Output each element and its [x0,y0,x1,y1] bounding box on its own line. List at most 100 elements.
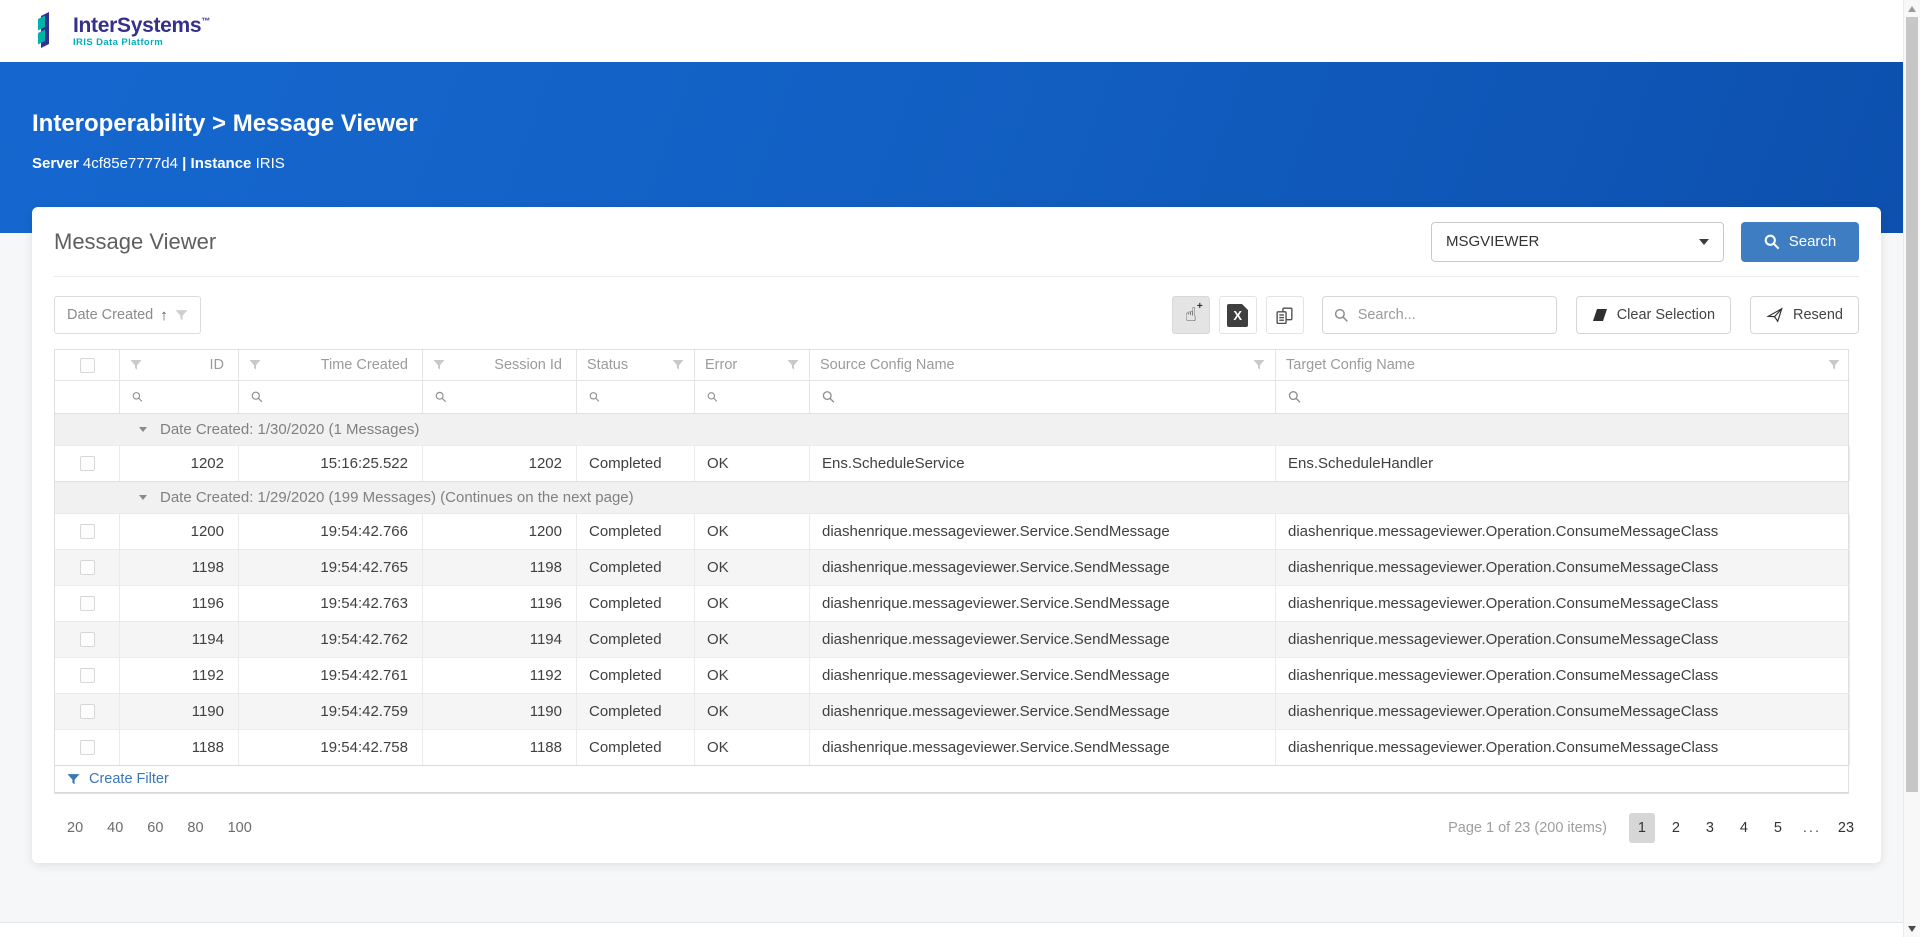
filter-funnel-icon[interactable] [1828,359,1840,371]
table-row[interactable]: 1190 19:54:42.759 1190 Completed OK diashenri… [55,693,1850,729]
scrollbar-thumb[interactable] [1906,17,1918,792]
column-header[interactable]: Session Id [423,350,577,380]
table-row[interactable]: 1188 19:54:42.758 1188 Completed OK diashenri… [55,729,1850,765]
column-header[interactable]: Target Config Name [1276,350,1850,380]
resend-button[interactable]: Resend [1750,296,1859,334]
table-cell: diashenrique.messageviewer.Service.SendM… [810,550,1276,585]
row-checkbox[interactable] [79,704,95,719]
namespace-select[interactable]: MSGVIEWER [1431,221,1724,262]
column-filter-cell [55,380,120,413]
filter-funnel-icon[interactable] [249,359,261,371]
page-number[interactable]: 2 [1663,813,1689,843]
row-checkbox[interactable] [79,740,95,755]
column-header[interactable]: ID [120,350,239,380]
page-size-option[interactable]: 100 [228,820,252,836]
table-cell: diashenrique.messageviewer.Operation.Con… [1276,514,1850,549]
page-size-option[interactable]: 60 [147,820,163,836]
collapse-caret-icon[interactable] [139,495,147,500]
column-search-icon[interactable] [589,390,600,404]
column-header[interactable]: Time Created [239,350,423,380]
group-row[interactable]: Date Created: 1/30/2020 (1 Messages) [55,413,1848,445]
column-filter-cell[interactable] [120,380,239,413]
group-row[interactable]: Date Created: 1/29/2020 (199 Messages) (… [55,481,1848,513]
table-cell: diashenrique.messageviewer.Service.SendM… [810,622,1276,657]
table-row[interactable]: 1196 19:54:42.763 1196 Completed OK diashenri… [55,585,1850,621]
column-filter-cell[interactable] [423,380,577,413]
column-search-icon[interactable] [435,390,447,404]
column-header[interactable]: Error [695,350,810,380]
table-cell: OK [695,658,810,693]
table-row[interactable]: 1200 19:54:42.766 1200 Completed OK diashenri… [55,513,1850,549]
row-checkbox[interactable] [79,668,95,683]
search-icon [1764,234,1780,249]
table-cell: 1188 [120,730,239,765]
column-search-icon[interactable] [251,390,263,404]
filter-funnel-icon[interactable] [130,359,142,371]
clear-selection-button[interactable]: Clear Selection [1575,296,1732,334]
intersystems-logo[interactable]: InterSystems™ IRIS Data Platform [38,11,210,48]
page-number[interactable]: 23 [1833,813,1859,843]
filter-funnel-icon[interactable] [1253,359,1265,371]
page-number[interactable]: 1 [1628,813,1655,843]
column-filter-input[interactable] [843,389,1263,405]
column-filter-cell[interactable] [810,380,1276,413]
export-excel-button[interactable]: X [1218,296,1257,334]
column-filter-input[interactable] [271,389,410,405]
sort-chip-date-created[interactable]: Date Created ↑ [54,296,201,334]
grid-search-input[interactable] [1357,307,1545,323]
row-checkbox[interactable] [79,456,95,471]
row-checkbox[interactable] [79,632,95,647]
table-cell: Completed [577,550,695,585]
row-checkbox[interactable] [79,524,95,539]
row-checkbox[interactable] [79,560,95,575]
page-number[interactable]: 3 [1697,813,1723,843]
column-filter-cell[interactable] [577,380,695,413]
column-search-icon[interactable] [707,390,718,404]
column-search-icon[interactable] [132,390,143,404]
row-checkbox[interactable] [79,596,95,611]
table-cell: 1198 [120,550,239,585]
search-button[interactable]: Search [1741,221,1859,262]
select-all-checkbox[interactable] [79,357,95,373]
page-size-option[interactable]: 80 [187,820,203,836]
column-header[interactable]: Status [577,350,695,380]
page-size-option[interactable]: 20 [67,820,83,836]
column-filter-cell[interactable] [695,380,810,413]
column-filter-input[interactable] [1309,389,1838,405]
table-cell: diashenrique.messageviewer.Operation.Con… [1276,622,1850,657]
column-filter-input[interactable] [151,389,226,405]
column-filter-input[interactable] [608,389,682,405]
table-row[interactable]: 1198 19:54:42.765 1198 Completed OK diashenri… [55,549,1850,585]
column-search-icon[interactable] [822,390,835,404]
pointer-select-button[interactable]: ☝ + [1171,296,1210,334]
column-filter-cell[interactable] [1276,380,1850,413]
collapse-caret-icon[interactable] [139,427,147,432]
filter-funnel-icon[interactable] [787,359,799,371]
table-cell: 1192 [120,658,239,693]
page-number[interactable]: 4 [1731,813,1757,843]
breadcrumb: Interoperability > Message Viewer [32,110,418,137]
table-row[interactable]: 1194 19:54:42.762 1194 Completed OK diashenri… [55,621,1850,657]
table-row[interactable]: 1202 15:16:25.522 1202 Completed OK Ens.Sched… [55,445,1850,481]
column-filter-input[interactable] [454,389,564,405]
filter-funnel-icon[interactable] [672,359,684,371]
table-cell: 19:54:42.759 [239,694,423,729]
clear-selection-label: Clear Selection [1616,307,1716,323]
table-cell: diashenrique.messageviewer.Operation.Con… [1276,658,1850,693]
column-filter-cell[interactable] [239,380,423,413]
server-label: Server [32,155,79,172]
table-cell: Completed [577,658,695,693]
scroll-up-arrow-icon[interactable] [1908,6,1916,12]
page-number[interactable]: 5 [1765,813,1791,843]
column-filter-input[interactable] [726,389,797,405]
vertical-scrollbar[interactable] [1903,0,1920,937]
filter-funnel-icon[interactable] [433,359,445,371]
column-chooser-button[interactable] [1265,296,1304,334]
column-search-icon[interactable] [1288,390,1301,404]
scroll-down-arrow-icon[interactable] [1908,926,1916,932]
column-header[interactable]: Source Config Name [810,350,1276,380]
table-row[interactable]: 1192 19:54:42.761 1192 Completed OK diashenri… [55,657,1850,693]
page-size-option[interactable]: 40 [107,820,123,836]
table-cell: OK [695,730,810,765]
create-filter-button[interactable]: Create Filter [55,765,1848,793]
